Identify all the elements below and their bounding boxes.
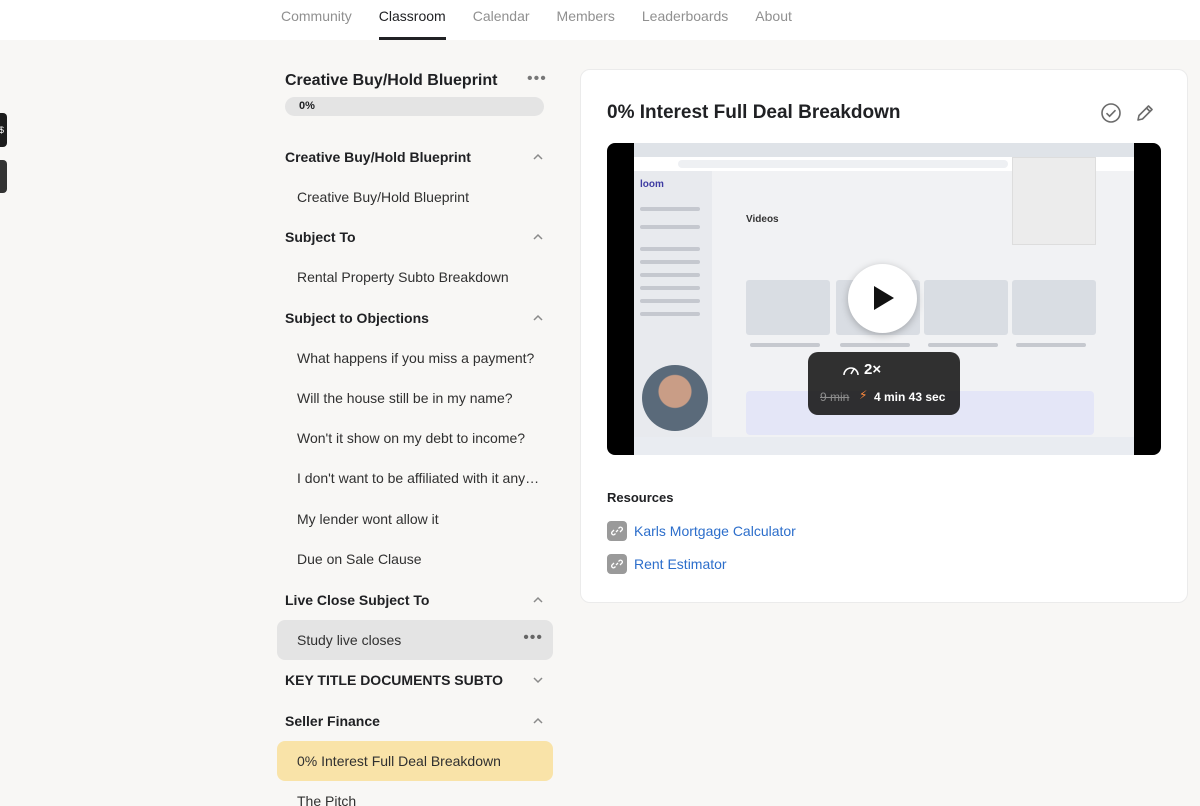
browser-tabbar bbox=[634, 143, 1134, 157]
fast-duration: 4 min 43 sec bbox=[874, 390, 946, 404]
course-menu-button[interactable]: ••• bbox=[527, 70, 547, 88]
lesson-item[interactable]: Due on Sale Clause bbox=[277, 539, 553, 579]
original-duration: 9 min bbox=[820, 390, 850, 404]
screen-taskbar bbox=[634, 437, 1134, 455]
lesson-label: What happens if you miss a payment? bbox=[297, 350, 535, 366]
screen-preview bbox=[1012, 157, 1096, 245]
resource-link-label: Karls Mortgage Calculator bbox=[634, 523, 796, 539]
dollar-icon: $ bbox=[0, 125, 5, 135]
resource-link[interactable]: Karls Mortgage Calculator bbox=[607, 520, 796, 542]
lesson-label: My lender wont allow it bbox=[297, 511, 439, 527]
lesson-item[interactable]: What happens if you miss a payment? bbox=[277, 338, 553, 378]
resources-title: Resources bbox=[607, 490, 674, 505]
lesson-item[interactable]: Study live closes ••• bbox=[277, 620, 553, 660]
section-title: Live Close Subject To bbox=[285, 592, 430, 608]
lesson-label: Creative Buy/Hold Blueprint bbox=[297, 189, 469, 205]
pencil-icon[interactable] bbox=[1134, 102, 1156, 124]
tab-calendar[interactable]: Calendar bbox=[473, 0, 530, 40]
lesson-label: Study live closes bbox=[297, 632, 402, 648]
section-header-live-close[interactable]: Live Close Subject To bbox=[285, 590, 544, 610]
lesson-label: Will the house still be in my name? bbox=[297, 390, 513, 406]
tab-leaderboards[interactable]: Leaderboards bbox=[642, 0, 728, 40]
course-progress-bar: 0% bbox=[285, 97, 544, 116]
lesson-label: The Pitch bbox=[297, 793, 357, 806]
play-icon bbox=[874, 286, 894, 310]
lesson-item[interactable]: I don't want to be affiliated with it an… bbox=[277, 458, 553, 498]
edge-extension-button[interactable]: $ bbox=[0, 113, 7, 147]
lesson-title: 0% Interest Full Deal Breakdown bbox=[607, 102, 901, 123]
lesson-item[interactable]: Creative Buy/Hold Blueprint bbox=[277, 177, 553, 217]
chevron-up-icon bbox=[533, 233, 543, 240]
speedometer-icon bbox=[843, 367, 859, 376]
tab-community[interactable]: Community bbox=[281, 0, 352, 40]
video-player[interactable]: loom Videos 2× 9 min ⚡ 4 min 43 sec bbox=[607, 143, 1161, 455]
loom-logo: loom bbox=[640, 179, 664, 190]
playback-rate: 2× bbox=[864, 361, 882, 378]
lesson-label: Due on Sale Clause bbox=[297, 551, 422, 567]
chevron-up-icon bbox=[533, 314, 543, 321]
lesson-label: Rental Property Subto Breakdown bbox=[297, 269, 509, 285]
tab-about[interactable]: About bbox=[755, 0, 792, 40]
chevron-up-icon bbox=[533, 717, 543, 724]
resource-link-label: Rent Estimator bbox=[634, 556, 727, 572]
screen-heading: Videos bbox=[746, 214, 779, 225]
lesson-label: Won't it show on my debt to income? bbox=[297, 430, 526, 446]
lesson-item[interactable]: Won't it show on my debt to income? bbox=[277, 418, 553, 458]
section-title: Seller Finance bbox=[285, 713, 380, 729]
section-title: KEY TITLE DOCUMENTS SUBTO bbox=[285, 672, 504, 688]
section-header-subject-to[interactable]: Subject To bbox=[285, 227, 544, 247]
section-title: Subject to Objections bbox=[285, 310, 429, 326]
progress-label: 0% bbox=[299, 100, 315, 112]
section-header-creative-buy-hold[interactable]: Creative Buy/Hold Blueprint bbox=[285, 147, 544, 167]
lesson-item[interactable]: Rental Property Subto Breakdown bbox=[277, 257, 553, 297]
lesson-item[interactable]: The Pitch bbox=[277, 781, 553, 806]
lightning-icon: ⚡ bbox=[859, 388, 868, 402]
lesson-label: I don't want to be affiliated with it an… bbox=[297, 470, 541, 486]
chevron-down-icon bbox=[533, 677, 543, 684]
nav-tabs: Community Classroom Calendar Members Lea… bbox=[281, 0, 819, 40]
lesson-content-card: 0% Interest Full Deal Breakdown loom Vid… bbox=[580, 69, 1188, 603]
play-button[interactable] bbox=[848, 264, 917, 333]
lesson-label: 0% Interest Full Deal Breakdown bbox=[297, 753, 501, 769]
section-header-seller-finance[interactable]: Seller Finance bbox=[285, 711, 544, 731]
section-title: Creative Buy/Hold Blueprint bbox=[285, 149, 471, 165]
lesson-item[interactable]: My lender wont allow it bbox=[277, 499, 553, 539]
lesson-item[interactable]: Will the house still be in my name? bbox=[277, 378, 553, 418]
top-nav: Community Classroom Calendar Members Lea… bbox=[0, 0, 1200, 40]
lesson-menu-button[interactable]: ••• bbox=[523, 629, 543, 647]
lesson-item-current[interactable]: 0% Interest Full Deal Breakdown bbox=[277, 741, 553, 781]
section-header-key-title-documents[interactable]: KEY TITLE DOCUMENTS SUBTO bbox=[285, 670, 544, 690]
chevron-up-icon bbox=[533, 596, 543, 603]
webcam-bubble bbox=[642, 365, 708, 431]
link-icon bbox=[607, 521, 627, 541]
edge-extension-button-2[interactable] bbox=[0, 160, 7, 193]
tab-classroom[interactable]: Classroom bbox=[378, 0, 446, 40]
chevron-up-icon bbox=[533, 153, 543, 160]
resource-link[interactable]: Rent Estimator bbox=[607, 553, 727, 575]
section-header-subject-to-objections[interactable]: Subject to Objections bbox=[285, 308, 544, 328]
course-title: Creative Buy/Hold Blueprint bbox=[285, 72, 498, 89]
section-title: Subject To bbox=[285, 229, 356, 245]
playback-speed-badge[interactable]: 2× 9 min ⚡ 4 min 43 sec bbox=[808, 352, 960, 415]
tab-members[interactable]: Members bbox=[557, 0, 615, 40]
check-circle-icon[interactable] bbox=[1100, 102, 1122, 124]
link-icon bbox=[607, 554, 627, 574]
